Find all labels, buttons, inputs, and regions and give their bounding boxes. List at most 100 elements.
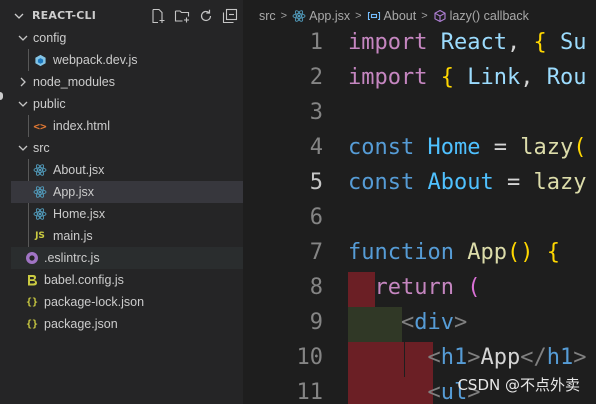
code-line[interactable]: 6: [243, 202, 596, 237]
file-tree: config webpack.dev.js node_modules publi…: [11, 27, 243, 335]
json-icon: {}: [24, 294, 40, 310]
line-number: 4: [309, 135, 323, 160]
code-token: lazy: [533, 170, 587, 195]
breadcrumb-item-src[interactable]: src: [259, 9, 276, 23]
line-source[interactable]: function App() {: [348, 240, 560, 265]
code-token: {: [440, 65, 454, 90]
breadcrumb-separator: >: [280, 10, 288, 22]
code-token: ,: [520, 65, 547, 90]
webpack-icon: [32, 52, 48, 68]
tree-label: main.js: [53, 229, 93, 243]
tree-folder-node-modules[interactable]: node_modules: [11, 71, 243, 93]
code-line[interactable]: 10 <h1>App</h1>: [243, 342, 596, 377]
react-icon: [32, 206, 48, 222]
tree-file-eslintrc[interactable]: .eslintrc.js: [11, 247, 243, 269]
explorer-sidebar: REACT-CLI config webpack.dev.js node_mod…: [0, 0, 243, 404]
breadcrumb-item-symbol[interactable]: About: [384, 9, 417, 23]
html-icon: <>: [32, 118, 48, 134]
explorer-actions: [149, 7, 239, 25]
breadcrumb-item-callback[interactable]: lazy() callback: [450, 9, 529, 23]
breadcrumb-separator: >: [421, 10, 428, 22]
chevron-down-icon: [18, 35, 28, 41]
breadcrumb-separator: >: [355, 10, 362, 22]
tree-file-babel-config[interactable]: babel.config.js: [11, 269, 243, 291]
chevron-down-icon[interactable]: [13, 10, 25, 22]
code-line[interactable]: 4 const Home = lazy(: [243, 132, 596, 167]
line-source[interactable]: const Home = lazy(: [348, 135, 586, 160]
activity-indicator: [0, 92, 3, 100]
tree-folder-src[interactable]: src: [11, 137, 243, 159]
tree-label: package.json: [44, 317, 118, 331]
line-number: 6: [309, 205, 323, 230]
js-icon: JS: [32, 228, 48, 244]
json-glyph: {}: [25, 318, 39, 330]
code-line[interactable]: 3: [243, 97, 596, 132]
activity-bar-edge: [0, 0, 11, 404]
code-editor[interactable]: src > App.jsx > About > lazy() callback …: [243, 0, 596, 404]
tree-file-webpack-dev[interactable]: webpack.dev.js: [11, 49, 243, 71]
breadcrumb-item-file[interactable]: App.jsx: [309, 9, 350, 23]
tree-file-home-jsx[interactable]: Home.jsx: [11, 203, 243, 225]
tree-folder-public[interactable]: public: [11, 93, 243, 115]
code-token: <: [427, 380, 441, 404]
json-glyph: {}: [25, 296, 39, 308]
code-token: React: [440, 30, 507, 55]
collapse-all-icon[interactable]: [221, 7, 239, 25]
code-line[interactable]: 7 function App() {: [243, 237, 596, 272]
eslint-icon: [24, 250, 40, 266]
code-token: </: [520, 345, 547, 370]
tree-folder-config[interactable]: config: [11, 27, 243, 49]
new-file-icon[interactable]: [149, 7, 167, 25]
code-line[interactable]: 8 return (: [243, 272, 596, 307]
code-line[interactable]: 2 import { Link, Rou: [243, 62, 596, 97]
line-number: 8: [309, 275, 323, 300]
line-source[interactable]: const About = lazy: [348, 170, 586, 195]
tree-file-app-jsx[interactable]: App.jsx: [11, 181, 243, 203]
tree-label: About.jsx: [53, 163, 105, 177]
code-token: import: [348, 30, 428, 55]
tree-file-package-json[interactable]: {} package.json: [11, 313, 243, 335]
code-lines[interactable]: 1 import React, { Su 2 import { Link, Rou 3 4…: [243, 27, 596, 404]
line-source[interactable]: import React, { Su: [348, 30, 586, 55]
chevron-down-icon: [18, 101, 28, 107]
html-glyph: <>: [33, 119, 47, 133]
explorer-title: REACT-CLI: [32, 9, 96, 22]
tree-label: App.jsx: [53, 185, 94, 199]
line-source[interactable]: <h1>App</h1>: [348, 345, 586, 370]
refresh-icon[interactable]: [197, 7, 215, 25]
babel-icon: [24, 272, 40, 288]
tree-file-main-js[interactable]: JS main.js: [11, 225, 243, 247]
code-line[interactable]: 9 <div>: [243, 307, 596, 342]
line-source[interactable]: import { Link, Rou: [348, 65, 586, 90]
line-number: 7: [309, 240, 323, 265]
line-number: 5: [309, 170, 323, 195]
code-token: (: [573, 135, 587, 160]
tree-label: src: [33, 141, 50, 155]
chevron-right-icon: [20, 77, 26, 87]
tree-file-index-html[interactable]: <> index.html: [11, 115, 243, 137]
tree-file-about-jsx[interactable]: About.jsx: [11, 159, 243, 181]
code-token: import: [348, 65, 428, 90]
code-token: h1: [546, 345, 574, 370]
code-token: div: [414, 310, 454, 335]
code-line[interactable]: 1 import React, { Su: [243, 27, 596, 62]
code-line[interactable]: 5 const About = lazy: [243, 167, 596, 202]
tree-file-package-lock-json[interactable]: {} package-lock.json: [11, 291, 243, 313]
symbol-method-icon: [433, 9, 447, 23]
line-source[interactable]: <div>: [348, 310, 467, 335]
tree-label: webpack.dev.js: [53, 53, 138, 67]
new-folder-icon[interactable]: [173, 7, 191, 25]
code-token: =: [493, 170, 534, 195]
react-icon: [32, 162, 48, 178]
tree-label: babel.config.js: [44, 273, 124, 287]
line-number: 9: [309, 310, 323, 335]
line-source[interactable]: return (: [348, 275, 481, 300]
